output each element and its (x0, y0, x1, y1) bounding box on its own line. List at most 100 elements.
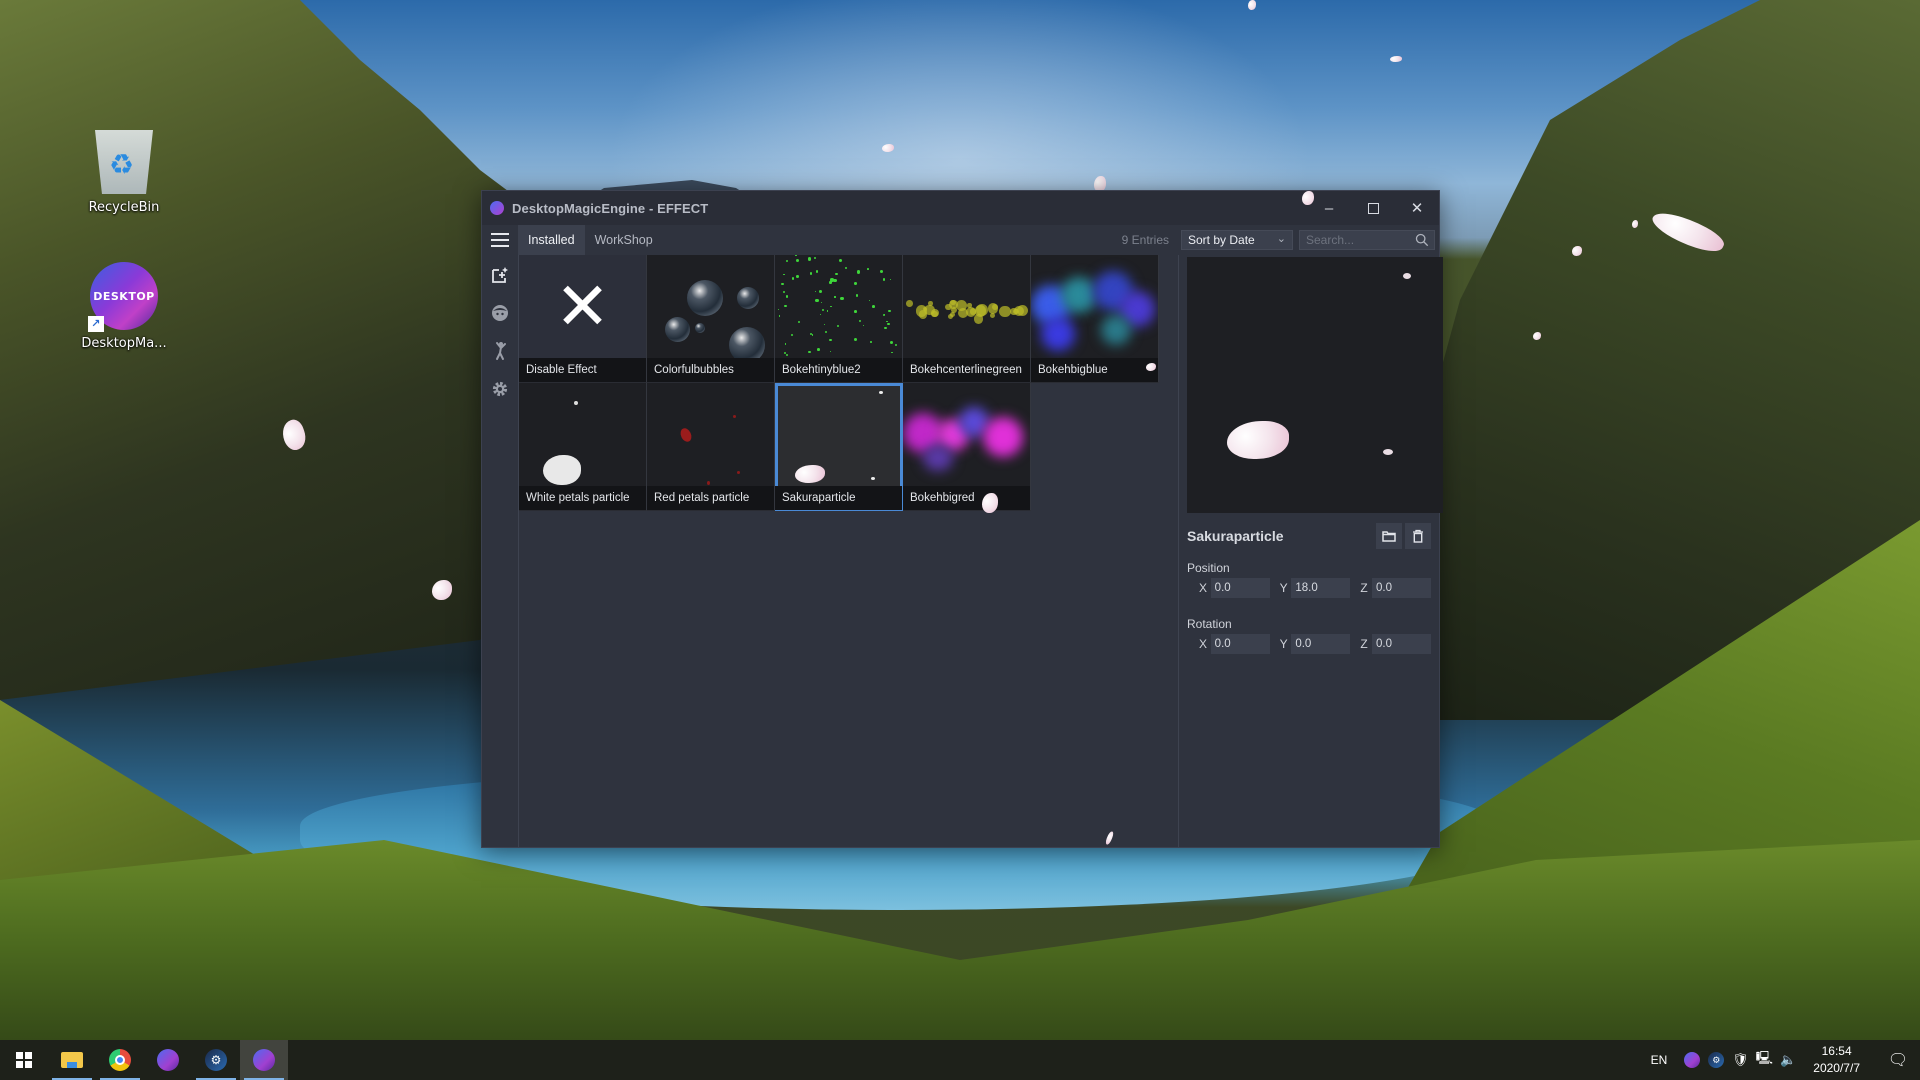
particle (859, 319, 862, 322)
particle (782, 290, 786, 293)
title-bar[interactable]: DesktopMagicEngine - EFFECT – ✕ (482, 191, 1439, 225)
particle (829, 281, 832, 284)
desktop-icon-recycle-bin[interactable]: ♻ RecycleBin (76, 130, 172, 215)
particle (824, 330, 828, 334)
particle (777, 308, 779, 310)
position-z-input[interactable] (1372, 578, 1432, 598)
particle (834, 296, 836, 298)
particle (797, 320, 800, 323)
effect-thumbnail (903, 383, 1030, 486)
maximize-button[interactable] (1351, 191, 1395, 225)
effect-tile-bokehbigblue[interactable]: Bokehbigblue (1031, 255, 1159, 383)
particle (835, 272, 838, 275)
effect-tile-red-petals-particle[interactable]: Red petals particle (647, 383, 775, 511)
particle (853, 337, 858, 342)
particle (862, 324, 865, 327)
dancing-figure-icon (496, 342, 506, 360)
particle (808, 350, 811, 354)
start-button[interactable] (0, 1040, 48, 1080)
axis-label-x: X (1199, 637, 1208, 651)
tray-network[interactable]: 🖳 (1753, 1049, 1775, 1071)
volume-icon: 🔈 (1780, 1052, 1797, 1067)
particle (930, 309, 939, 317)
effect-tile-disable-effect[interactable]: ✕ Disable Effect (519, 255, 647, 383)
particle (816, 348, 820, 351)
search-box[interactable] (1299, 230, 1435, 250)
particle (891, 351, 893, 354)
effects-grid-area: ✕ Disable Effect Colorfulbubbles Bokehti… (518, 255, 1178, 847)
effect-tile-sakuraparticle[interactable]: Sakuraparticle (775, 383, 903, 511)
effect-tile-bokehcenterlinegreen[interactable]: Bokehcenterlinegreen (903, 255, 1031, 383)
desktop-magic-engine-icon (1684, 1052, 1701, 1068)
clock[interactable]: 16:54 2020/7/7 (1813, 1043, 1860, 1077)
sidebar-item-add-effect[interactable] (486, 261, 514, 289)
position-y-input[interactable] (1291, 578, 1351, 598)
position-x-input[interactable] (1210, 578, 1270, 598)
particle (829, 305, 832, 308)
rotation-group: Rotation X Y Z (1187, 617, 1432, 654)
network-icon: 🖳 (1755, 1050, 1773, 1065)
effect-tile-colorfulbubbles[interactable]: Colorfulbubbles (647, 255, 775, 383)
taskbar-desktop-magic-engine-active[interactable] (240, 1040, 288, 1080)
sidebar (482, 255, 518, 847)
delete-button[interactable] (1405, 523, 1431, 549)
particle (887, 322, 890, 326)
open-folder-button[interactable] (1376, 523, 1402, 549)
taskbar: ⚙ EN ⚙ 🛡 🖳 🔈 16:54 2020/7/7 🗨 (0, 1040, 1920, 1080)
taskbar-file-explorer[interactable] (48, 1040, 96, 1080)
rotation-x-input[interactable] (1210, 634, 1270, 654)
tray-volume[interactable]: 🔈 (1777, 1049, 1799, 1071)
particle (778, 315, 781, 317)
close-button[interactable]: ✕ (1395, 191, 1439, 225)
axis-label-z: Z (1360, 581, 1368, 595)
taskbar-desktop-magic-engine[interactable] (144, 1040, 192, 1080)
taskbar-steam[interactable]: ⚙ (192, 1040, 240, 1080)
particle (826, 310, 829, 312)
sort-dropdown[interactable]: Sort by Date ⌄ (1181, 230, 1293, 250)
search-icon[interactable] (1415, 233, 1429, 247)
search-input[interactable] (1300, 231, 1410, 249)
particle (889, 278, 892, 281)
close-icon: ✕ (554, 267, 611, 345)
particle (818, 290, 822, 293)
tray-desktop-magic-engine[interactable] (1681, 1049, 1703, 1071)
particle (807, 257, 812, 261)
particle (786, 259, 789, 262)
effect-label: Red petals particle (647, 486, 774, 510)
effect-tile-white-petals-particle[interactable]: White petals particle (519, 383, 647, 511)
effect-tile-bokehtinyblue2[interactable]: Bokehtinyblue2 (775, 255, 903, 383)
particle (883, 313, 886, 316)
particle (819, 313, 821, 315)
particle (815, 270, 819, 273)
entries-count: 9 Entries (1121, 233, 1169, 247)
position-label: Position (1187, 561, 1230, 575)
taskbar-chrome[interactable] (96, 1040, 144, 1080)
particle (884, 327, 887, 330)
effect-thumbnail (647, 255, 774, 363)
language-indicator[interactable]: EN (1651, 1053, 1668, 1067)
effect-preview (1187, 257, 1443, 513)
particle (872, 305, 875, 309)
particle (999, 305, 1011, 318)
effect-thumbnail (775, 255, 902, 358)
tray-steam[interactable]: ⚙ (1705, 1049, 1727, 1071)
action-center-button[interactable]: 🗨 (1876, 1050, 1920, 1070)
tray-security[interactable]: 🛡 (1729, 1049, 1751, 1071)
particle (918, 310, 928, 319)
effect-label: Bokehbigred (903, 486, 1030, 510)
tab-workshop[interactable]: WorkShop (585, 225, 663, 255)
shield-warning-icon: 🛡 (1732, 1052, 1749, 1067)
particle (906, 299, 913, 307)
sidebar-item-motion[interactable] (486, 337, 514, 365)
sidebar-item-settings[interactable] (486, 375, 514, 403)
rotation-y-input[interactable] (1291, 634, 1351, 654)
particle (811, 334, 814, 336)
desktop-icon-desktop-magic-engine[interactable]: DESKTOP ↗ DesktopMa... (76, 262, 172, 351)
sidebar-item-character[interactable] (486, 299, 514, 327)
desktop-icon-label: RecycleBin (88, 200, 160, 215)
rotation-z-input[interactable] (1372, 634, 1432, 654)
menu-button[interactable] (482, 225, 518, 255)
effect-tile-bokehbigred[interactable]: Bokehbigred (903, 383, 1031, 511)
particle (795, 258, 799, 262)
tab-installed[interactable]: Installed (518, 225, 585, 255)
